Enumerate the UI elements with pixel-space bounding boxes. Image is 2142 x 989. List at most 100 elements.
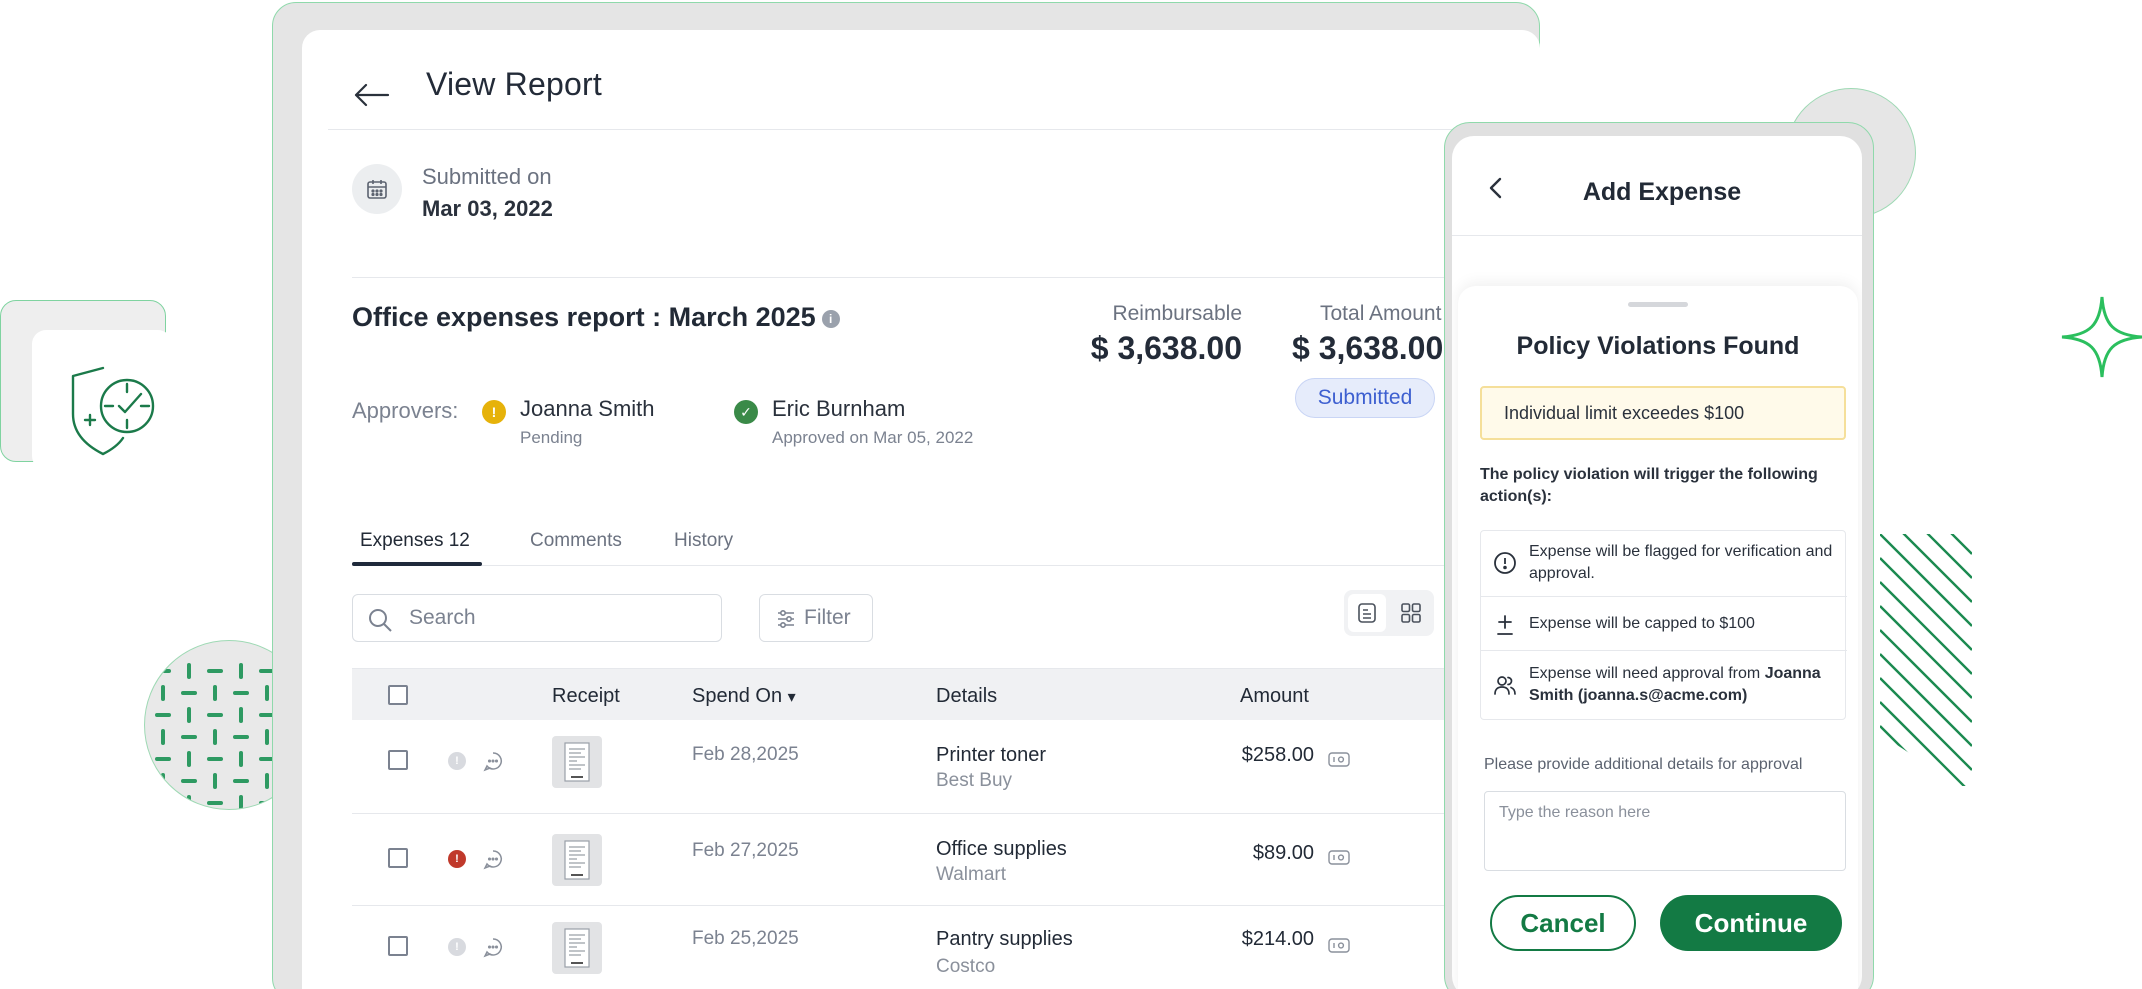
reason-textarea[interactable] (1484, 791, 1846, 871)
search-icon (369, 609, 392, 632)
sheet-drag-handle[interactable] (1628, 302, 1688, 307)
payment-card-icon (1328, 850, 1350, 865)
filter-sliders-icon (778, 609, 794, 629)
payment-card-icon (1328, 752, 1350, 767)
column-spend-on-label: Spend On (692, 685, 783, 707)
action-text: Expense will be capped to $100 (1529, 615, 1755, 632)
spend-date: Feb 25,2025 (692, 928, 799, 949)
reimbursable-label: Reimbursable (1112, 302, 1242, 325)
approver-status: Approved on Mar 05, 2022 (772, 428, 974, 447)
row-checkbox[interactable] (388, 936, 408, 956)
approver-name: Joanna Smith (520, 396, 655, 421)
receipt-thumbnail[interactable] (552, 834, 602, 886)
table-row[interactable]: ! Feb 28,2025 Printer toner Best Buy $25… (352, 720, 1512, 814)
approver-users-icon (1494, 676, 1516, 695)
search-input[interactable] (409, 603, 709, 633)
view-toggle (1344, 590, 1434, 636)
receipt-icon (564, 840, 590, 880)
expense-amount: $214.00 (1241, 928, 1314, 950)
expense-vendor: Best Buy (936, 770, 1013, 791)
info-icon[interactable]: i (821, 309, 840, 328)
page-title: View Report (426, 66, 602, 102)
row-checkbox[interactable] (388, 750, 408, 770)
expense-title: Pantry supplies (936, 928, 1073, 950)
spend-date: Feb 27,2025 (692, 840, 799, 861)
action-approval: Expense will need approval from Joanna S… (1481, 651, 1847, 721)
row-checkbox[interactable] (388, 848, 408, 868)
action-text-prefix: Expense will need approval from (1529, 665, 1765, 682)
report-name: Office expenses report : March 2025 i (352, 302, 840, 333)
receipt-thumbnail[interactable] (552, 922, 602, 974)
submitted-date: Mar 03, 2022 (422, 196, 553, 221)
violation-flag-icon: ! (448, 850, 466, 868)
spend-date: Feb 28,2025 (692, 744, 799, 765)
sort-caret-icon: ▾ (787, 689, 796, 706)
filter-button[interactable]: Filter (759, 594, 873, 642)
sheet-title: Policy Violations Found (1516, 332, 1800, 360)
add-expense-title: Add Expense (1582, 178, 1742, 206)
violation-flag-icon: ! (448, 938, 466, 956)
reimbursable-value: $ 3,638.00 (1090, 330, 1242, 366)
receipt-icon (564, 742, 590, 782)
alert-circle-icon (1494, 552, 1516, 574)
search-field (352, 594, 722, 642)
tab-comments[interactable]: Comments (530, 530, 622, 552)
list-view-button[interactable] (1348, 594, 1386, 632)
cap-limit-icon (1497, 615, 1513, 635)
violation-flag-icon: ! (448, 752, 466, 770)
cancel-button[interactable]: Cancel (1490, 895, 1636, 951)
back-arrow-icon[interactable] (352, 82, 392, 108)
reimbursable-block: Reimbursable $ 3,638.00 (1082, 302, 1242, 367)
tab-history[interactable]: History (674, 530, 733, 552)
action-cap: Expense will be capped to $100 (1481, 597, 1847, 651)
receipt-thumbnail[interactable] (552, 736, 602, 788)
comment-icon[interactable] (482, 848, 504, 870)
table-header: Receipt Spend On ▾ Details Amount (352, 668, 1512, 720)
expense-vendor: Walmart (936, 864, 1007, 885)
column-receipt: Receipt (552, 685, 620, 707)
sparkle-icon (2061, 296, 2142, 378)
list-view-icon (1358, 603, 1376, 623)
approvers-label: Approvers: (352, 398, 459, 423)
report-name-text: Office expenses report : March 2025 (352, 302, 816, 332)
active-tab-indicator (352, 562, 482, 566)
receipt-icon (564, 928, 590, 968)
actions-intro: The policy violation will trigger the fo… (1480, 466, 1818, 505)
comment-icon[interactable] (482, 936, 504, 958)
continue-button[interactable]: Continue (1660, 895, 1842, 951)
expense-title: Office supplies (936, 838, 1067, 860)
policy-violation-sheet: Policy Violations Found Individual limit… (1458, 286, 1858, 989)
expense-amount: $89.00 (1252, 842, 1314, 864)
shield-clock-icon (71, 366, 155, 456)
details-label: Please provide additional details for ap… (1484, 756, 1803, 773)
add-expense-screen: Add Expense Policy Violations Found Indi… (1452, 136, 1862, 989)
submitted-label: Submitted on (422, 164, 552, 189)
comment-icon[interactable] (482, 750, 504, 772)
column-details: Details (936, 685, 998, 707)
select-all-checkbox[interactable] (388, 685, 408, 705)
grid-view-icon (1401, 603, 1421, 623)
column-spend-on[interactable]: Spend On ▾ (692, 685, 796, 708)
column-amount: Amount (1240, 685, 1309, 707)
tab-expenses[interactable]: Expenses 12 (360, 530, 470, 552)
limit-warning: Individual limit exceedes $100 (1480, 386, 1846, 440)
submitted-info: Submitted on Mar 03, 2022 (352, 158, 1502, 278)
table-row[interactable]: ! Feb 27,2025 Office supplies Walmart $8… (352, 814, 1512, 906)
approved-check-icon: ✓ (734, 400, 758, 424)
calendar-badge (352, 164, 402, 214)
decor-card-front (32, 330, 172, 470)
approver-name: Eric Burnham (772, 396, 906, 421)
action-text: Expense will need approval from Joanna S… (1529, 663, 1841, 707)
grid-view-button[interactable] (1392, 594, 1430, 632)
calendar-icon (367, 180, 387, 199)
payment-card-icon (1328, 938, 1350, 953)
action-flag: Expense will be flagged for verification… (1481, 531, 1847, 597)
table-row[interactable]: ! Feb 25,2025 Pantry supplies Costco $21… (352, 906, 1512, 989)
report-tabs: Expenses 12 Comments History (352, 530, 1512, 566)
status-badge: Submitted (1295, 378, 1435, 418)
expense-vendor: Costco (936, 956, 996, 977)
report-card: View Report Submitted on Mar 03, 2022 Of… (302, 30, 1540, 989)
expense-title: Printer toner (936, 744, 1047, 766)
approver-status: Pending (520, 428, 583, 447)
violation-actions-list: Expense will be flagged for verification… (1480, 530, 1847, 721)
